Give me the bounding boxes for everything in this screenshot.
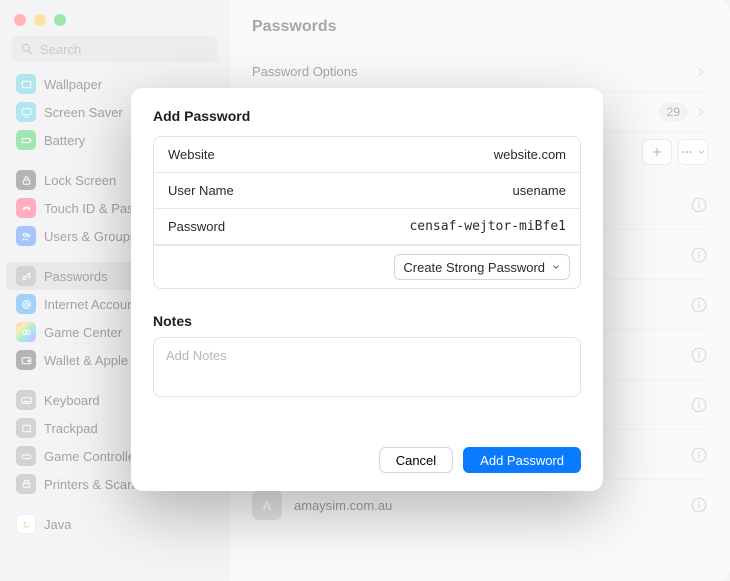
fingerprint-icon [16, 198, 36, 218]
notes-field-container [153, 337, 581, 397]
add-password-submit-button[interactable]: Add Password [463, 447, 581, 473]
add-password-button[interactable] [642, 139, 672, 165]
username-row: User Name [154, 173, 580, 209]
create-strong-password-label: Create Strong Password [403, 260, 545, 275]
printer-icon [16, 474, 36, 494]
sidebar-item-label: Users & Groups [44, 229, 136, 244]
users-icon [16, 226, 36, 246]
close-window-button[interactable] [14, 14, 26, 26]
password-input[interactable] [397, 219, 566, 234]
wallpaper-icon [16, 74, 36, 94]
sidebar-item-label: Java [44, 517, 71, 532]
info-icon[interactable] [690, 446, 708, 464]
trackpad-icon [16, 418, 36, 438]
search-icon [20, 42, 34, 56]
credentials-fieldset: Website User Name Password Create Strong… [153, 136, 581, 289]
info-icon[interactable] [690, 296, 708, 314]
game-center-icon [16, 322, 36, 342]
website-input[interactable] [390, 147, 566, 162]
sidebar-item-label: Keyboard [44, 393, 100, 408]
modal-title: Add Password [153, 108, 581, 124]
lock-icon [16, 170, 36, 190]
screen-saver-icon [16, 102, 36, 122]
password-options-label: Password Options [252, 64, 358, 79]
minimize-window-button[interactable] [34, 14, 46, 26]
info-icon[interactable] [690, 496, 708, 514]
cancel-button[interactable]: Cancel [379, 447, 453, 473]
website-label: Website [168, 147, 215, 162]
password-row-site: amaysim.com.au [294, 498, 678, 513]
website-row: Website [154, 137, 580, 173]
notes-section-label: Notes [153, 313, 581, 329]
info-icon[interactable] [690, 346, 708, 364]
controller-icon [16, 446, 36, 466]
java-icon [16, 514, 36, 534]
password-row: Password [154, 209, 580, 245]
security-count-badge: 29 [659, 103, 688, 121]
sidebar-item-label: Internet Accounts [44, 297, 144, 312]
sidebar-item-label: Lock Screen [44, 173, 116, 188]
sidebar-item-label: Passwords [44, 269, 108, 284]
notes-textarea[interactable] [166, 348, 568, 386]
more-options-button[interactable] [678, 139, 708, 165]
add-password-modal: Add Password Website User Name Password … [131, 88, 603, 491]
sidebar-item-label: Battery [44, 133, 85, 148]
info-icon[interactable] [690, 246, 708, 264]
create-strong-password-button[interactable]: Create Strong Password [394, 254, 570, 280]
zoom-window-button[interactable] [54, 14, 66, 26]
search-input[interactable] [12, 36, 218, 62]
username-label: User Name [168, 183, 234, 198]
sidebar-item-label: Wallpaper [44, 77, 102, 92]
at-icon [16, 294, 36, 314]
chevron-down-icon [551, 260, 561, 275]
window-controls [0, 6, 230, 32]
info-icon[interactable] [690, 196, 708, 214]
info-icon[interactable] [690, 396, 708, 414]
wallet-icon [16, 350, 36, 370]
sidebar-item-label: Screen Saver [44, 105, 123, 120]
password-options-row[interactable]: Password Options [252, 52, 708, 92]
sidebar-item-label: Game Center [44, 325, 122, 340]
sidebar-item-label: Trackpad [44, 421, 98, 436]
site-avatar: A [252, 490, 282, 520]
battery-icon [16, 130, 36, 150]
username-input[interactable] [390, 183, 566, 198]
system-settings-window: Wallpaper Screen Saver Battery Lock Scre… [0, 0, 730, 581]
page-title: Passwords [252, 18, 708, 36]
chevron-right-icon [694, 65, 708, 79]
key-icon [16, 266, 36, 286]
password-label: Password [168, 219, 225, 234]
keyboard-icon [16, 390, 36, 410]
chevron-right-icon [694, 105, 708, 119]
sidebar-item-java[interactable]: Java [6, 510, 224, 538]
